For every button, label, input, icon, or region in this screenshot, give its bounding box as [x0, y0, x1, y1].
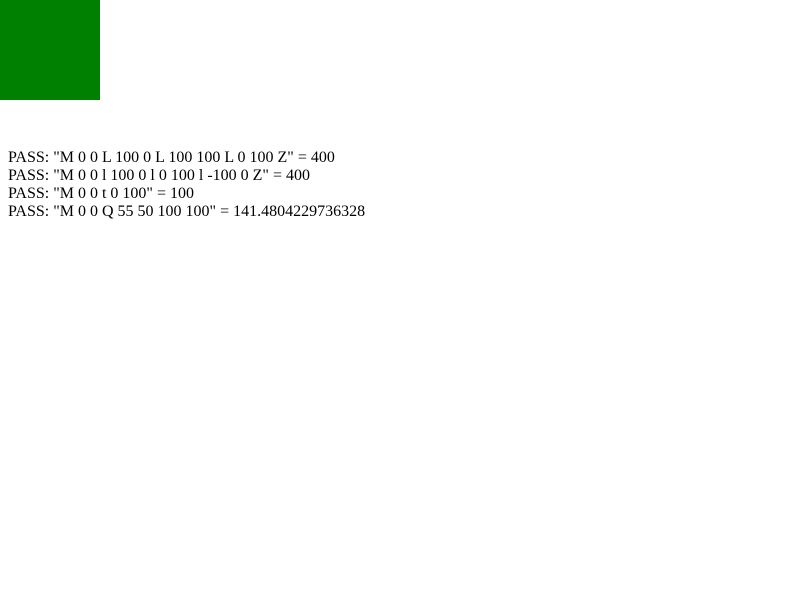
result-line: PASS: "M 0 0 L 100 0 L 100 100 L 0 100 Z…: [8, 149, 335, 166]
result-line: PASS: "M 0 0 l 100 0 l 0 100 l -100 0 Z"…: [8, 167, 310, 184]
test-results: PASS: "M 0 0 L 100 0 L 100 100 L 0 100 Z…: [8, 149, 365, 221]
result-line: PASS: "M 0 0 t 0 100" = 100: [8, 185, 194, 202]
green-square: [0, 0, 100, 100]
result-line: PASS: "M 0 0 Q 55 50 100 100" = 141.4804…: [8, 203, 366, 220]
